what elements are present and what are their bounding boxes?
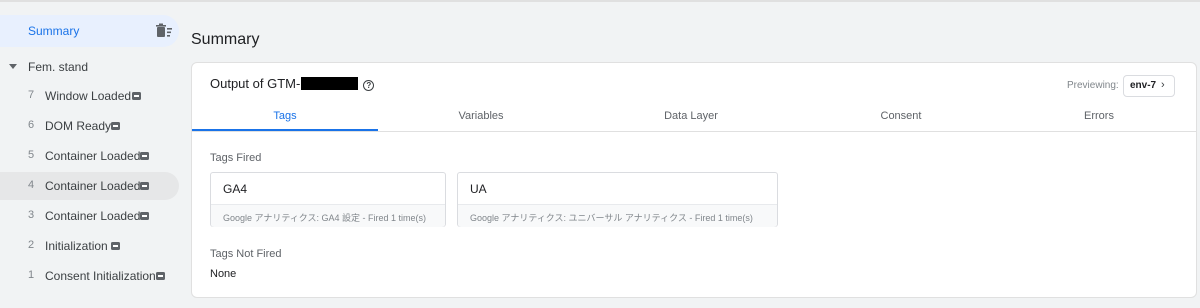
tag-name: GA4 (223, 182, 248, 196)
event-label: Initialization (45, 239, 108, 253)
event-number: 6 (28, 119, 35, 131)
tab-label: Variables (458, 110, 504, 122)
expand-caret-icon[interactable] (9, 64, 17, 69)
environment-selector[interactable]: env-7 › (1123, 75, 1175, 97)
event-label: Consent Initialization (45, 269, 156, 283)
event-label: Container Loaded (45, 149, 141, 163)
event-item[interactable]: 1 Consent Initialization (0, 262, 179, 290)
tag-card-ga4[interactable]: GA4 Google アナリティクス: GA4 設定 - Fired 1 tim… (210, 172, 446, 227)
event-label: Window Loaded (45, 89, 132, 103)
container-header[interactable]: Fem. stand (0, 58, 186, 78)
event-item[interactable]: 5 Container Loaded (0, 142, 179, 170)
event-number: 4 (28, 179, 35, 191)
tag-footer: Google アナリティクス: GA4 設定 - Fired 1 time(s) (211, 204, 445, 227)
summary-card: Output of GTM-? Previewing: env-7 › Tags… (191, 62, 1197, 298)
tab-label: Data Layer (664, 110, 718, 122)
delete-sweep-icon[interactable] (155, 22, 173, 40)
tab-tags[interactable]: Tags (192, 103, 378, 131)
tab-label: Tags (273, 110, 297, 122)
event-item[interactable]: 7 Window Loaded (0, 82, 179, 110)
tab-variables[interactable]: Variables (378, 103, 584, 131)
event-number: 7 (28, 89, 35, 101)
event-item[interactable]: 3 Container Loaded (0, 202, 179, 230)
page-title: Summary (191, 31, 260, 48)
environment-label: env-7 (1130, 80, 1157, 91)
event-label: DOM Ready (45, 119, 112, 133)
event-number: 1 (28, 269, 35, 281)
sidebar-item-summary[interactable]: Summary (0, 15, 179, 47)
event-number: 3 (28, 209, 35, 221)
output-title: Output of GTM-? (210, 76, 375, 91)
event-label: Container Loaded (45, 179, 141, 193)
code-icon (111, 242, 120, 250)
tags-fired-heading: Tags Fired (210, 152, 262, 164)
event-number: 5 (28, 149, 35, 161)
code-icon (140, 152, 149, 160)
tab-label: Consent (880, 110, 922, 122)
code-icon (140, 212, 149, 220)
tab-data-layer[interactable]: Data Layer (584, 103, 798, 131)
tab-label: Errors (1084, 110, 1114, 122)
chevron-right-icon: › (1161, 79, 1165, 91)
tab-bar: Tags Variables Data Layer Consent Errors (192, 103, 1196, 132)
container-label: Fem. stand (28, 60, 89, 74)
tab-consent[interactable]: Consent (798, 103, 1004, 131)
tag-description: Google アナリティクス: GA4 設定 - Fired 1 time(s) (223, 213, 427, 223)
active-tab-indicator (192, 129, 378, 131)
event-number: 2 (28, 239, 35, 251)
event-label: Container Loaded (45, 209, 141, 223)
sidebar: Summary Fem. stand 7 Window Loaded 6 DOM… (0, 2, 186, 308)
event-item-selected[interactable]: 4 Container Loaded (0, 172, 179, 200)
tags-not-fired-value: None (210, 268, 237, 280)
tag-footer: Google アナリティクス: ユニバーサル アナリティクス - Fired 1… (458, 204, 777, 227)
tag-description: Google アナリティクス: ユニバーサル アナリティクス - Fired 1… (470, 213, 753, 223)
tag-card-ua[interactable]: UA Google アナリティクス: ユニバーサル アナリティクス - Fire… (457, 172, 778, 227)
code-icon (156, 272, 165, 280)
event-item[interactable]: 2 Initialization (0, 232, 179, 260)
tab-errors[interactable]: Errors (1004, 103, 1194, 131)
code-icon (111, 122, 120, 130)
tags-not-fired-heading: Tags Not Fired (210, 248, 282, 260)
event-item[interactable]: 6 DOM Ready (0, 112, 179, 140)
code-icon (132, 92, 141, 100)
help-icon[interactable]: ? (363, 80, 375, 91)
code-icon (140, 182, 149, 190)
previewing-label: Previewing: (1067, 80, 1119, 91)
redacted-container-id (301, 77, 359, 90)
sidebar-summary-label: Summary (28, 24, 80, 38)
tag-name: UA (470, 182, 487, 196)
output-title-text: Output of GTM- (210, 76, 301, 91)
